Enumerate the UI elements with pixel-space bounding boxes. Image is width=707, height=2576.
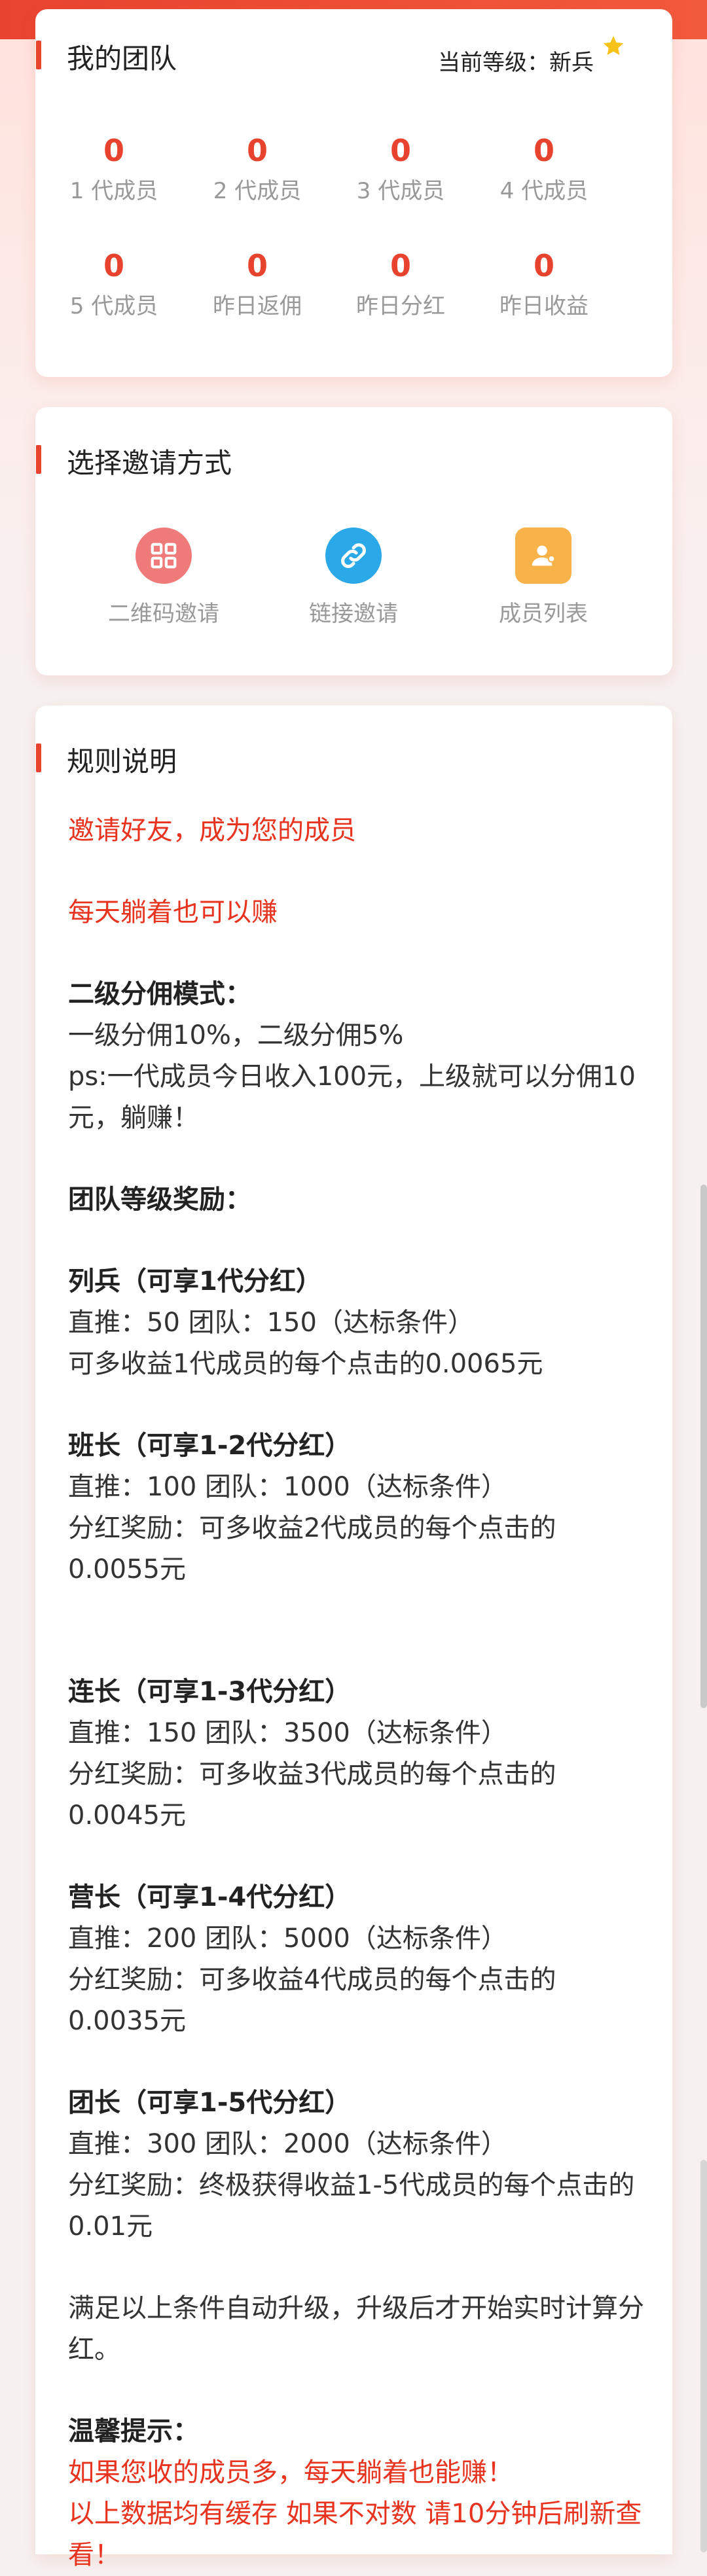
stat-value: 0 <box>533 248 554 283</box>
rule-line: 分红奖励：可多收益3代成员的每个点击的0.0045元 <box>68 1759 556 1831</box>
scrollbar[interactable] <box>700 1185 707 1708</box>
stat-label: 5 代成员 <box>69 293 158 319</box>
rule-heading: 二级分佣模式： <box>68 979 251 1009</box>
invite-option-label: 链接邀请 <box>309 601 398 627</box>
rule-line: 直推：150 团队：3500（达标条件） <box>68 1718 507 1748</box>
stat-gen4[interactable]: 0 4 代成员 <box>465 132 623 206</box>
invite-title: 选择邀请方式 <box>35 441 232 481</box>
rule-line: 每天躺着也可以赚 <box>68 897 278 927</box>
stat-yesterday-earnings[interactable]: 0 昨日收益 <box>465 247 623 321</box>
rules-card: 规则说明 邀请好友，成为您的成员 每天躺着也可以赚 二级分佣模式： 一级分佣10… <box>35 706 672 2570</box>
rule-line: 可多收益1代成员的每个点击的0.0065元 <box>68 1349 543 1379</box>
stat-label: 昨日返佣 <box>213 293 302 319</box>
rule-line: 直推：200 团队：5000（达标条件） <box>68 1923 507 1954</box>
stat-gen2[interactable]: 0 2 代成员 <box>179 132 336 206</box>
rank-title: 班长（可享1-2代分红） <box>68 1431 352 1461</box>
rank-title: 团长（可享1-5代分红） <box>68 2088 352 2118</box>
team-title: 我的团队 <box>35 37 177 77</box>
invite-option-label: 成员列表 <box>499 601 588 627</box>
tip-heading: 温馨提示： <box>68 2416 199 2446</box>
link-icon <box>325 528 382 584</box>
rank-title: 列兵（可享1代分红） <box>68 1266 322 1297</box>
tip-line: 如果您收的成员多，每天躺着也能赚！ <box>68 2458 513 2488</box>
stat-value: 0 <box>246 248 268 283</box>
stat-label: 2 代成员 <box>213 178 302 204</box>
rank-title: 连长（可享1-3代分红） <box>68 1677 352 1707</box>
rule-line: 分红奖励：终极获得收益1-5代成员的每个点击的0.01元 <box>68 2170 635 2242</box>
stat-value: 0 <box>103 133 124 168</box>
rule-line: 满足以上条件自动升级，升级后才开始实时计算分红。 <box>68 2293 644 2365</box>
stat-value: 0 <box>533 133 554 168</box>
stat-value: 0 <box>390 248 411 283</box>
stat-label: 3 代成员 <box>356 178 445 204</box>
stat-label: 1 代成员 <box>69 178 158 204</box>
invite-card: 选择邀请方式 二维码邀请 链接邀请 成员列表 <box>35 407 672 675</box>
rule-line: 一级分佣10%，二级分佣5% <box>68 1020 404 1050</box>
rules-body: 邀请好友，成为您的成员 每天躺着也可以赚 二级分佣模式： 一级分佣10%，二级分… <box>68 810 644 2576</box>
rule-line: 分红奖励：可多收益2代成员的每个点击的0.0055元 <box>68 1513 556 1584</box>
rank-title: 营长（可享1-4代分红） <box>68 1882 352 1912</box>
stat-gen1[interactable]: 0 1 代成员 <box>35 132 192 206</box>
stat-yesterday-dividend[interactable]: 0 昨日分红 <box>322 247 479 321</box>
tip-line: 以上数据均有缓存 如果不对数 请10分钟后刷新查看！ <box>68 2499 642 2570</box>
stat-label: 4 代成员 <box>499 178 589 204</box>
member-list-button[interactable]: 成员列表 <box>445 528 642 628</box>
qrcode-icon <box>136 528 192 584</box>
team-card: 我的团队 当前等级：新兵 0 1 代成员 0 2 代成员 0 3 代成员 0 4… <box>35 9 672 377</box>
rule-line: 邀请好友，成为您的成员 <box>68 815 356 846</box>
star-icon <box>603 36 624 56</box>
stat-label: 昨日分红 <box>356 293 445 319</box>
stat-value: 0 <box>103 248 124 283</box>
members-icon <box>515 528 571 584</box>
rule-line: 分红奖励：可多收益4代成员的每个点击的0.0035元 <box>68 1965 556 2036</box>
stat-gen3[interactable]: 0 3 代成员 <box>322 132 479 206</box>
scrollbar-track <box>700 2160 707 2552</box>
stat-value: 0 <box>390 133 411 168</box>
stat-value: 0 <box>246 133 268 168</box>
invite-qrcode-button[interactable]: 二维码邀请 <box>65 528 262 628</box>
rule-line: 直推：300 团队：2000（达标条件） <box>68 2129 507 2159</box>
rules-title: 规则说明 <box>35 740 177 779</box>
rule-line: 直推：100 团队：1000（达标条件） <box>68 1472 507 1502</box>
rule-heading: 团队等级奖励： <box>68 1185 251 1215</box>
stat-gen5[interactable]: 0 5 代成员 <box>35 247 192 321</box>
invite-link-button[interactable]: 链接邀请 <box>255 528 452 628</box>
rule-line: ps:一代成员今日收入100元，上级就可以分佣10元，躺赚！ <box>68 1062 636 1133</box>
invite-option-label: 二维码邀请 <box>108 601 219 627</box>
stat-yesterday-rebate[interactable]: 0 昨日返佣 <box>179 247 336 321</box>
stat-label: 昨日收益 <box>499 293 589 319</box>
rule-line: 直推：50 团队：150（达标条件） <box>68 1308 474 1338</box>
current-level: 当前等级：新兵 <box>438 50 594 76</box>
